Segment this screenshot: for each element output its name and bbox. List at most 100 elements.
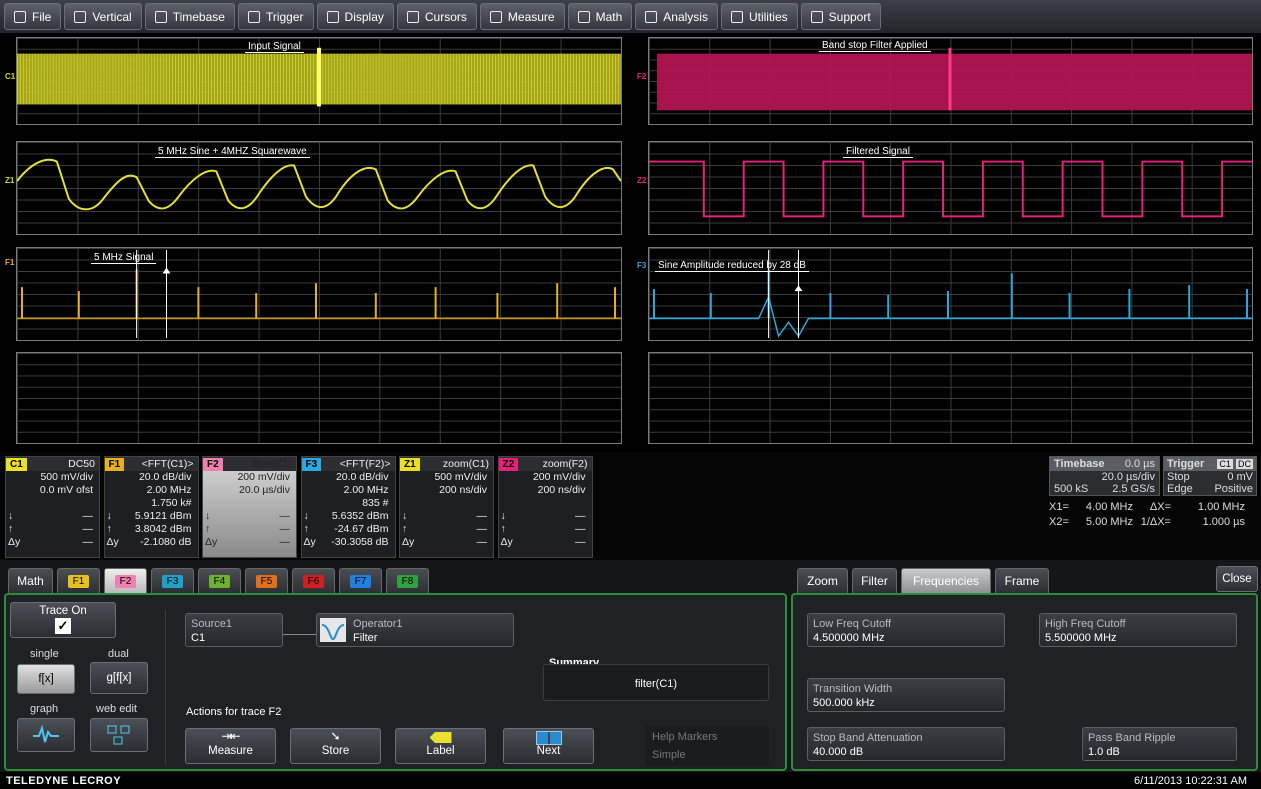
tab-f1[interactable]: F1 <box>57 568 100 594</box>
source1-field[interactable]: Source1 C1 <box>185 613 283 647</box>
measure-icon <box>489 10 502 23</box>
descriptor-z2[interactable]: Z2 zoom(F2) 200 mV/div 200 ns/div ↓ — ↑ — Δy — <box>497 456 593 558</box>
low-freq-cutoff-field[interactable]: Low Freq Cutoff 4.500000 MHz <box>807 613 1005 647</box>
operator1-value: Filter <box>353 632 378 644</box>
grid-z2[interactable]: Filtered Signal <box>648 141 1253 235</box>
graph-button[interactable] <box>17 718 75 752</box>
source1-label: Source1 <box>191 618 232 630</box>
tab-f6[interactable]: F6 <box>292 568 335 594</box>
tab-frequencies[interactable]: Frequencies <box>901 568 991 594</box>
delta-y-label: Δy <box>500 536 513 548</box>
measure-button-label: Measure <box>208 745 253 757</box>
dash: — <box>476 510 488 522</box>
grid-c1[interactable]: Input Signal <box>16 37 622 125</box>
tab-frame[interactable]: Frame <box>995 568 1049 594</box>
pass-band-ripple-field[interactable]: Pass Band Ripple 1.0 dB <box>1082 727 1237 761</box>
grid-f1[interactable]: 5 MHz Signal <box>16 247 622 341</box>
high-freq-cutoff-field[interactable]: High Freq Cutoff 5.500000 MHz <box>1039 613 1237 647</box>
web-edit-label: web edit <box>96 703 137 715</box>
descriptor-row: 20.0 dB/div <box>335 471 389 483</box>
menu-support[interactable]: Support <box>800 3 881 30</box>
help-markers-box[interactable]: Help Markers Simple <box>645 726 769 766</box>
cursor-x1-value: 4.00 MHz <box>1085 501 1133 513</box>
tab-f2[interactable]: F2 <box>104 568 147 594</box>
stop-band-attenuation-label: Stop Band Attenuation <box>813 732 923 744</box>
measure-button[interactable]: ⇥⇤ Measure <box>185 728 276 764</box>
descriptor-f3[interactable]: F3 <FFT(F2)> 20.0 dB/div 2.00 MHz 835 # ↓ 5.63… <box>300 456 396 558</box>
tab-label: F7 <box>349 574 372 588</box>
tab-zoom[interactable]: Zoom <box>797 568 848 594</box>
descriptor-dy-row: Δy-2.1080 dB— <box>105 536 198 549</box>
grid-empty-left[interactable] <box>16 352 622 444</box>
tab-f8[interactable]: F8 <box>386 568 429 594</box>
operator1-field[interactable]: Operator1 Filter <box>316 613 514 647</box>
grid-f2[interactable]: Band stop Filter Applied <box>648 37 1253 125</box>
close-button[interactable]: Close <box>1216 566 1258 592</box>
descriptor-tag: F3 <box>301 457 322 471</box>
web-edit-button[interactable] <box>90 718 148 752</box>
descriptor-cursor-row: ↓5.9121 dBm— <box>105 510 198 523</box>
tab-f7[interactable]: F7 <box>339 568 382 594</box>
transition-width-field[interactable]: Transition Width 500.000 kHz <box>807 678 1005 712</box>
descriptor-row <box>400 497 493 510</box>
descriptor-c1[interactable]: C1 DC50 500 mV/div 0.0 mV ofst ↓ — ↑ — Δy — <box>5 456 100 558</box>
descriptor-row: 2.00 MHz <box>146 484 192 496</box>
cursor-value-2: 3.8042 dBm <box>134 523 192 535</box>
trigger-slope: Positive <box>1214 483 1253 495</box>
tab-f4[interactable]: F4 <box>198 568 241 594</box>
dash: — <box>279 510 291 522</box>
trace-on-toggle[interactable]: Trace On ✓ <box>10 602 116 638</box>
single-function-button[interactable]: f[x] <box>17 664 75 694</box>
tab-label: Math <box>17 574 44 588</box>
descriptor-header: F1 <FFT(C1)> <box>104 457 198 471</box>
menu-label: Trigger <box>265 9 304 24</box>
analysis-icon <box>645 10 658 23</box>
descriptor-f1[interactable]: F1 <FFT(C1)> 20.0 dB/div 2.00 MHz 1.750 k# ↓ 5… <box>103 456 199 558</box>
delta-y-label: Δy <box>8 536 21 548</box>
trace-on-label: Trace On <box>39 605 87 617</box>
tab-f3[interactable]: F3 <box>151 568 194 594</box>
low-freq-cutoff-label: Low Freq Cutoff <box>813 618 892 630</box>
menu-file[interactable]: File <box>4 3 62 30</box>
menu-utilities[interactable]: Utilities <box>720 3 798 30</box>
grid-empty-right[interactable] <box>648 352 1253 444</box>
grid-z1[interactable]: 5 MHz Sine + 4MHZ Squarewave <box>16 141 622 235</box>
summary-value: filter(C1) <box>634 678 678 690</box>
label-button[interactable]: Label <box>395 728 486 764</box>
channel-tag-z1: Z1 <box>5 176 15 185</box>
descriptor-header: F2 filter(C1) <box>203 457 296 471</box>
cursor-up-icon: ↓ <box>303 510 309 522</box>
menu-display[interactable]: Display <box>316 3 394 30</box>
tab-f5[interactable]: F5 <box>245 568 288 594</box>
support-icon <box>810 10 823 23</box>
timebase-trigger-panel[interactable]: Timebase 0.0 µs 20.0 µs/div 500 kS 2.5 G… <box>1049 456 1259 530</box>
dash: — <box>476 523 488 535</box>
menu-measure[interactable]: Measure <box>479 3 565 30</box>
menu-math[interactable]: Math <box>567 3 633 30</box>
tab-label: F3 <box>161 574 184 588</box>
dual-function-button[interactable]: g[f[x] <box>90 662 148 694</box>
descriptor-title: <FFT(C1)> <box>141 458 194 470</box>
grid-f3[interactable]: Sine Amplitude reduced by 28 dB <box>648 247 1253 341</box>
menu-cursors[interactable]: Cursors <box>396 3 477 30</box>
menu-trigger[interactable]: Trigger <box>237 3 314 30</box>
tab-math[interactable]: Math <box>8 568 53 594</box>
store-button[interactable]: ➘ Store <box>290 728 381 764</box>
menu-vertical[interactable]: Vertical <box>64 3 142 30</box>
descriptor-z1[interactable]: Z1 zoom(C1) 500 mV/div 200 ns/div ↓ — ↑ — Δy — <box>399 456 494 558</box>
trace-on-checkbox[interactable]: ✓ <box>55 618 71 634</box>
descriptor-tag: Z1 <box>400 457 420 471</box>
menu-label: File <box>32 9 52 24</box>
descriptor-tag: Z2 <box>498 457 519 471</box>
menu-label: Timebase <box>172 9 225 24</box>
stop-band-attenuation-field[interactable]: Stop Band Attenuation 40.000 dB <box>807 727 1005 761</box>
menu-timebase[interactable]: Timebase <box>144 3 235 30</box>
descriptor-row: 1.750 k# <box>151 497 192 509</box>
high-freq-cutoff-value: 5.500000 MHz <box>1045 632 1117 644</box>
dash: — <box>575 523 586 535</box>
menu-analysis[interactable]: Analysis <box>635 3 718 30</box>
cursor-up-icon: ↓ <box>500 510 506 522</box>
tab-filter[interactable]: Filter <box>852 568 897 594</box>
descriptor-f2[interactable]: F2 filter(C1) 200 mV/div 20.0 µs/div ↓ — ↑ — Δy — <box>202 456 297 558</box>
next-button[interactable]: Next <box>503 728 594 764</box>
